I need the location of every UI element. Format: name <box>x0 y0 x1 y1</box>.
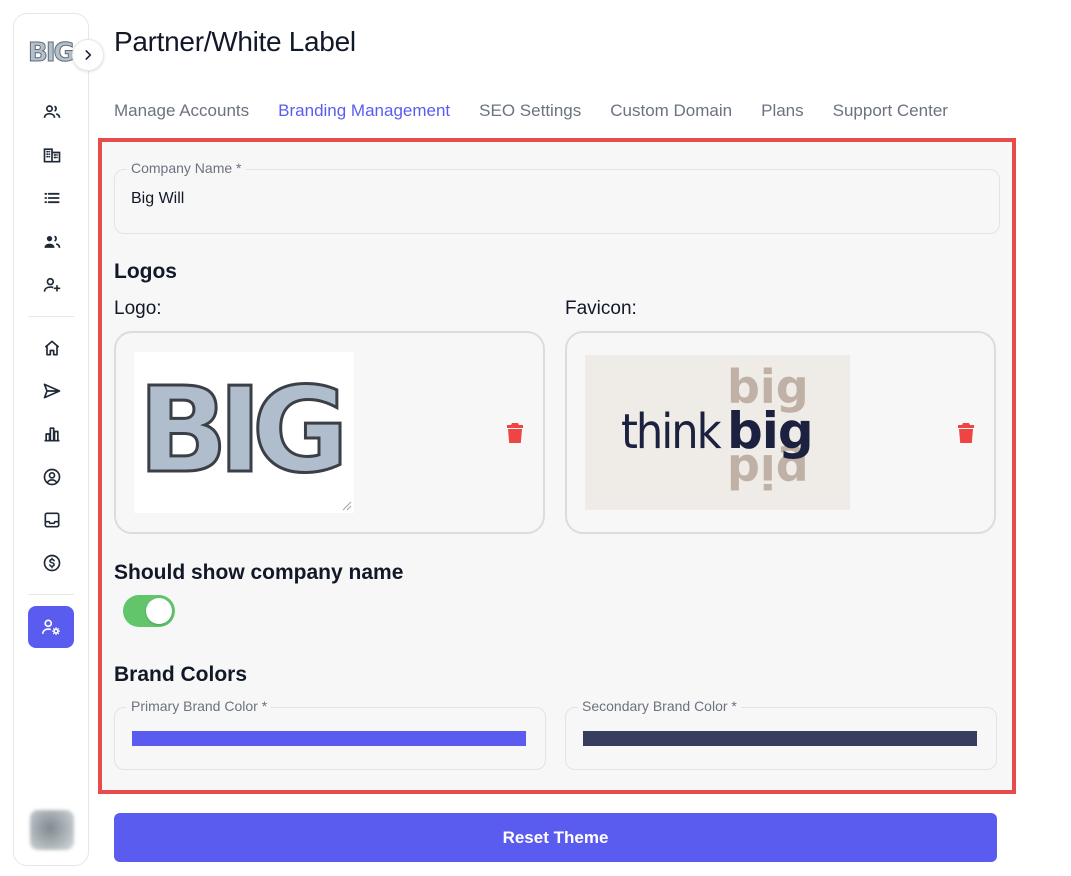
tab-manage-accounts[interactable]: Manage Accounts <box>114 101 249 121</box>
home-icon <box>44 340 60 356</box>
building-icon <box>43 148 61 163</box>
users-icon <box>43 105 61 118</box>
sidebar-item-inbox[interactable] <box>40 508 64 532</box>
sidebar-item-send[interactable] <box>40 379 64 403</box>
tab-branding-management[interactable]: Branding Management <box>278 101 450 121</box>
add-user-icon <box>43 277 61 292</box>
user-circle-icon <box>43 468 61 486</box>
team-icon <box>44 235 61 248</box>
show-company-name-heading: Should show company name <box>114 561 404 584</box>
toggle-knob <box>146 598 172 624</box>
sidebar-item-profile[interactable] <box>40 465 64 489</box>
favicon-image: big big think big <box>585 355 850 510</box>
company-name-field[interactable]: Company Name * Big Will <box>114 160 1000 234</box>
favicon-artwork: big big think big <box>621 360 814 498</box>
sidebar-item-team[interactable] <box>40 230 64 254</box>
page-title: Partner/White Label <box>114 26 356 57</box>
reset-theme-button[interactable]: Reset Theme <box>114 813 997 862</box>
sidebar-item-users[interactable] <box>40 100 64 124</box>
sidebar-divider <box>28 594 74 595</box>
sidebar-logo[interactable]: BIG <box>28 38 76 69</box>
favicon-upload-box[interactable]: big big think big <box>565 331 996 534</box>
sidebar-item-lists[interactable] <box>40 186 64 210</box>
secondary-color-swatch[interactable] <box>583 731 977 746</box>
primary-color-swatch[interactable] <box>132 731 526 746</box>
sidebar-item-add-user[interactable] <box>40 273 64 297</box>
tab-seo-settings[interactable]: SEO Settings <box>479 101 581 121</box>
branding-panel: Company Name * Big Will Logos Logo: Favi… <box>98 138 1016 794</box>
logo-image-text: BIG <box>137 360 351 501</box>
sidebar-item-white-label[interactable] <box>28 606 74 648</box>
send-icon <box>43 383 61 399</box>
sidebar-item-reports[interactable] <box>40 422 64 446</box>
delete-favicon-button[interactable] <box>956 421 976 445</box>
secondary-color-field[interactable]: Secondary Brand Color * <box>565 698 997 770</box>
brand-colors-heading: Brand Colors <box>114 663 248 686</box>
logo-image: BIG <box>134 352 354 513</box>
logo-upload-box[interactable]: BIG <box>114 331 545 534</box>
primary-color-field[interactable]: Primary Brand Color * <box>114 698 546 770</box>
chevron-right-icon <box>85 50 92 60</box>
favicon-label: Favicon: <box>565 298 637 319</box>
tab-plans[interactable]: Plans <box>761 101 804 121</box>
secondary-color-label: Secondary Brand Color * <box>578 698 741 714</box>
sidebar-item-companies[interactable] <box>40 143 64 167</box>
trash-icon <box>507 423 523 443</box>
sidebar-expand-button[interactable] <box>72 39 104 71</box>
favicon-big-text: big <box>727 402 813 460</box>
sidebar-item-home[interactable] <box>40 336 64 360</box>
delete-logo-button[interactable] <box>505 421 525 445</box>
show-company-name-toggle[interactable] <box>123 595 175 627</box>
tab-custom-domain[interactable]: Custom Domain <box>610 101 732 121</box>
avatar[interactable] <box>30 810 74 850</box>
inbox-icon <box>44 512 60 528</box>
user-settings-icon <box>41 619 61 636</box>
primary-color-label: Primary Brand Color * <box>127 698 272 714</box>
dollar-icon <box>43 554 61 572</box>
logos-heading: Logos <box>114 260 177 283</box>
sidebar-item-billing[interactable] <box>40 551 64 575</box>
list-icon <box>44 192 60 204</box>
trash-icon <box>958 423 974 443</box>
resize-handle-icon <box>342 501 352 511</box>
sidebar: BIG <box>13 13 104 866</box>
company-name-label: Company Name * <box>127 160 246 176</box>
favicon-think-text: think <box>621 404 722 460</box>
company-name-value[interactable]: Big Will <box>131 190 184 208</box>
sidebar-divider <box>28 316 74 317</box>
tab-bar: Manage Accounts Branding Management SEO … <box>114 101 977 121</box>
bar-chart-icon <box>44 427 60 442</box>
logo-label: Logo: <box>114 298 162 319</box>
tab-support-center[interactable]: Support Center <box>833 101 948 121</box>
